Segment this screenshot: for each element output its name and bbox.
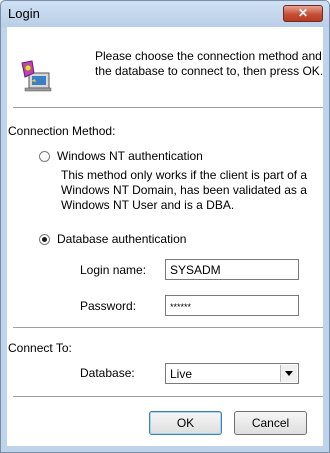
windows-nt-auth-label[interactable]: Windows NT authentication: [57, 149, 203, 163]
database-auth-radio[interactable]: [39, 234, 50, 245]
password-label: Password:: [80, 299, 137, 313]
connection-method-label: Connection Method:: [8, 124, 116, 138]
title-bar[interactable]: Login ✕: [1, 1, 329, 27]
chevron-down-icon[interactable]: [280, 365, 297, 382]
instructions-text: Please choose the connection method and …: [95, 49, 324, 78]
database-auth-label[interactable]: Database authentication: [57, 232, 186, 246]
password-input[interactable]: [165, 295, 299, 316]
login-name-input[interactable]: [165, 259, 299, 280]
database-label: Database:: [80, 366, 135, 380]
login-dialog: Login ✕ Please choose the connection met…: [0, 0, 330, 453]
database-selected-value: Live: [170, 367, 193, 381]
divider: [13, 107, 323, 108]
connect-to-label: Connect To:: [8, 341, 72, 355]
close-button[interactable]: ✕: [283, 5, 323, 22]
ok-button[interactable]: OK: [149, 411, 222, 435]
computer-key-icon: [21, 60, 52, 92]
database-select[interactable]: Live: [165, 363, 299, 384]
divider: [13, 396, 323, 397]
windows-nt-auth-note: This method only works if the client is …: [61, 168, 308, 212]
dialog-body: Please choose the connection method and …: [7, 27, 323, 446]
login-name-label: Login name:: [80, 263, 147, 277]
window-title: Login: [8, 6, 40, 21]
windows-nt-auth-radio[interactable]: [39, 151, 50, 162]
divider: [13, 327, 323, 328]
cancel-button[interactable]: Cancel: [234, 411, 307, 435]
